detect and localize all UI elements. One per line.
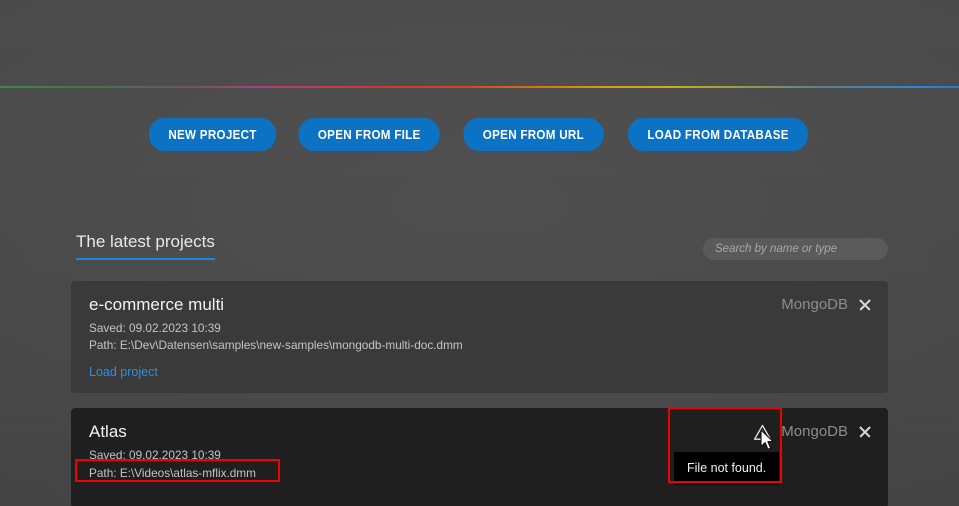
action-button-row: NEW PROJECT OPEN FROM FILE OPEN FROM URL… — [0, 118, 959, 151]
project-card[interactable]: e-commerce multi Saved: 09.02.2023 10:39… — [71, 281, 888, 393]
database-type-label: MongoDB — [781, 423, 848, 440]
close-icon[interactable] — [857, 297, 873, 313]
project-name: e-commerce multi — [89, 295, 225, 314]
database-type-label: MongoDB — [781, 296, 848, 313]
project-saved-date: Saved: 09.02.2023 10:39 — [89, 321, 221, 335]
open-from-file-button[interactable]: OPEN FROM FILE — [298, 118, 441, 151]
project-path: Path: E:\Videos\atlas-mflix.dmm — [89, 466, 256, 480]
project-card-actions: MongoDB — [781, 295, 873, 315]
new-project-button[interactable]: NEW PROJECT — [149, 118, 277, 151]
close-icon[interactable] — [857, 424, 873, 440]
latest-projects-heading: The latest projects — [76, 232, 215, 260]
projects-page: Projects NEW PROJECT OPEN FROM FILE OPEN… — [0, 0, 959, 506]
file-not-found-tooltip: File not found. — [674, 452, 780, 485]
load-from-database-button[interactable]: LOAD FROM DATABASE — [627, 118, 808, 151]
page-title: Projects — [424, 33, 535, 66]
section-header-row: The latest projects — [76, 232, 888, 260]
project-path: Path: E:\Dev\Datensen\samples\new-sample… — [89, 338, 463, 352]
rainbow-divider — [0, 86, 959, 88]
search-input[interactable] — [703, 238, 888, 260]
load-project-link[interactable]: Load project — [89, 365, 158, 379]
warning-triangle-icon[interactable] — [753, 423, 772, 442]
project-card-actions: MongoDB — [753, 422, 873, 442]
open-from-url-button[interactable]: OPEN FROM URL — [463, 118, 604, 151]
